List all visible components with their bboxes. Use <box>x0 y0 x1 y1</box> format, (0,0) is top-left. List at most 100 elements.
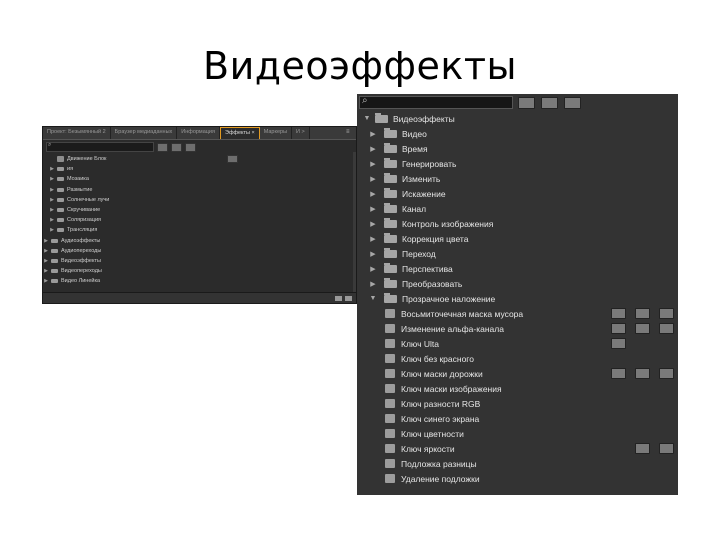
expand-triangle-icon[interactable]: ▶ <box>367 145 379 153</box>
expand-triangle-icon[interactable]: ▶ <box>49 176 55 182</box>
expand-triangle-icon[interactable]: ▶ <box>367 175 379 183</box>
expand-triangle-icon[interactable]: ▶ <box>43 248 49 254</box>
tree-folder[interactable]: ▶ Время <box>357 141 678 156</box>
32bit-effects-filter-icon[interactable] <box>171 142 182 152</box>
list-item-label: Скручивание <box>67 207 101 214</box>
scrollbar[interactable] <box>353 152 356 293</box>
expand-triangle-icon[interactable]: ▶ <box>367 160 379 168</box>
tree-folder[interactable]: ▶ Контроль изображения <box>357 216 678 231</box>
list-item[interactable]: ▶ Видеоэффекты <box>43 256 356 266</box>
expand-triangle-icon[interactable]: ▶ <box>49 207 55 213</box>
list-item-label: Трансляция <box>67 227 98 234</box>
tab-media-browser[interactable]: Браузер медиаданных <box>111 127 178 139</box>
tab-effects[interactable]: Эффекты × <box>219 127 260 139</box>
yuv-badge-icon <box>659 458 674 469</box>
folder-label: Видеоэффекты <box>393 113 455 124</box>
32bit-effects-filter-icon[interactable] <box>541 96 558 109</box>
effect-item[interactable]: Ключ разности RGB <box>357 396 678 411</box>
expand-triangle-icon[interactable]: ▶ <box>49 227 55 233</box>
expand-triangle-icon[interactable]: ▶ <box>367 205 379 213</box>
tab-markers[interactable]: Маркеры <box>260 127 293 139</box>
yuv-badge-icon <box>659 383 674 394</box>
list-item[interactable]: ▶ Трансляция <box>43 225 356 235</box>
tree-folder[interactable]: ▶ Видео <box>357 126 678 141</box>
tree-folder[interactable]: ▶ Преобразовать <box>357 276 678 291</box>
tab-more[interactable]: И > <box>292 127 310 139</box>
effect-item[interactable]: Восьмиточечная маска мусора <box>357 306 678 321</box>
effect-item[interactable]: Ключ синего экрана <box>357 411 678 426</box>
tree-folder[interactable]: ▼ Прозрачное наложение <box>357 291 678 306</box>
folder-label: Перспектива <box>402 263 453 274</box>
expand-triangle-icon[interactable]: ▶ <box>367 130 379 138</box>
folder-icon <box>51 258 58 263</box>
32bit-badge-icon <box>635 383 650 394</box>
list-item[interactable]: ▶ Скручивание <box>43 205 356 215</box>
effect-item[interactable]: Удаление подложки <box>357 471 678 486</box>
effect-item[interactable]: Ключ цветности <box>357 426 678 441</box>
tree-folder[interactable]: ▶ Изменить <box>357 171 678 186</box>
effects-search-bar: ⌕ <box>357 94 678 111</box>
expand-triangle-icon[interactable]: ▶ <box>367 220 379 228</box>
effect-item[interactable]: Ключ маски изображения <box>357 381 678 396</box>
list-item[interactable]: ▶ Солнечные лучи <box>43 195 356 205</box>
expand-triangle-icon[interactable]: ▶ <box>367 235 379 243</box>
list-item[interactable]: Движение Блок <box>43 154 356 164</box>
expand-triangle-icon[interactable]: ▶ <box>43 268 49 274</box>
expand-triangle-icon[interactable]: ▶ <box>49 217 55 223</box>
expand-triangle-icon[interactable]: ▶ <box>367 250 379 258</box>
panel-menu-icon[interactable]: ≡ <box>346 127 356 139</box>
folder-icon <box>384 127 397 138</box>
effect-badges <box>611 353 674 364</box>
list-item[interactable]: ▶ Аудиопереходы <box>43 246 356 256</box>
expand-triangle-icon[interactable]: ▶ <box>49 197 55 203</box>
yuv-badge-icon <box>659 323 674 334</box>
tree-folder[interactable]: ▶ Переход <box>357 246 678 261</box>
expand-triangle-icon[interactable]: ▶ <box>367 280 379 288</box>
tree-folder[interactable]: ▶ Искажение <box>357 186 678 201</box>
search-input[interactable]: ⌕ <box>46 142 154 152</box>
tree-root[interactable]: ▼ Видеоэффекты <box>357 111 678 126</box>
effect-item[interactable]: Подложка разницы <box>357 456 678 471</box>
list-item[interactable]: ▶ Видеопереходы <box>43 266 356 276</box>
yuv-effects-filter-icon[interactable] <box>185 142 196 152</box>
expand-triangle-icon[interactable]: ▶ <box>43 238 49 244</box>
effect-item[interactable]: Ключ яркости <box>357 441 678 456</box>
list-item[interactable]: ▶ Соляризация <box>43 215 356 225</box>
list-item[interactable]: ▶ Мозаика <box>43 174 356 184</box>
folder-icon <box>57 197 64 202</box>
yuv-effects-filter-icon[interactable] <box>564 96 581 109</box>
list-item[interactable]: ▶ Видео Линейка <box>43 276 356 286</box>
expand-triangle-icon[interactable]: ▶ <box>49 187 55 193</box>
collapse-triangle-icon[interactable]: ▼ <box>361 115 373 122</box>
effect-icon <box>385 444 395 453</box>
effect-item[interactable]: Ключ Ulta <box>357 336 678 351</box>
tree-folder[interactable]: ▶ Генерировать <box>357 156 678 171</box>
expand-triangle-icon[interactable]: ▶ <box>367 265 379 273</box>
folder-icon <box>51 248 58 253</box>
list-item[interactable]: ▶ ия <box>43 164 356 174</box>
collapse-triangle-icon[interactable]: ▼ <box>367 295 379 302</box>
folder-icon <box>57 228 64 233</box>
effect-item[interactable]: Изменение альфа-канала <box>357 321 678 336</box>
tree-folder[interactable]: ▶ Коррекция цвета <box>357 231 678 246</box>
expand-triangle-icon[interactable]: ▶ <box>43 278 49 284</box>
effects-panel-large: ⌕ ▼ Видеоэффекты ▶ Видео ▶ Время ▶ Генерировать… <box>357 94 678 495</box>
list-item[interactable]: ▶ Аудиоэффекты <box>43 236 356 246</box>
expand-triangle-icon[interactable]: ▶ <box>367 190 379 198</box>
expand-triangle-icon[interactable]: ▶ <box>49 166 55 172</box>
effect-item[interactable]: Ключ маски дорожки <box>357 366 678 381</box>
list-item[interactable]: ▶ Размытие <box>43 185 356 195</box>
accelerated-effects-filter-icon[interactable] <box>518 96 535 109</box>
new-bin-icon[interactable] <box>335 295 342 301</box>
folder-icon <box>51 279 58 284</box>
search-input[interactable]: ⌕ <box>359 95 513 109</box>
effect-item[interactable]: Ключ без красного <box>357 351 678 366</box>
tab-info[interactable]: Информация <box>177 127 220 139</box>
tab-project[interactable]: Проект: Безымянный 2 <box>43 127 111 139</box>
accelerated-effects-filter-icon[interactable] <box>157 142 168 152</box>
tree-folder[interactable]: ▶ Канал <box>357 201 678 216</box>
accelerated-badge-icon <box>611 443 626 454</box>
tree-folder[interactable]: ▶ Перспектива <box>357 261 678 276</box>
delete-icon[interactable] <box>345 295 352 301</box>
expand-triangle-icon[interactable]: ▶ <box>43 258 49 264</box>
